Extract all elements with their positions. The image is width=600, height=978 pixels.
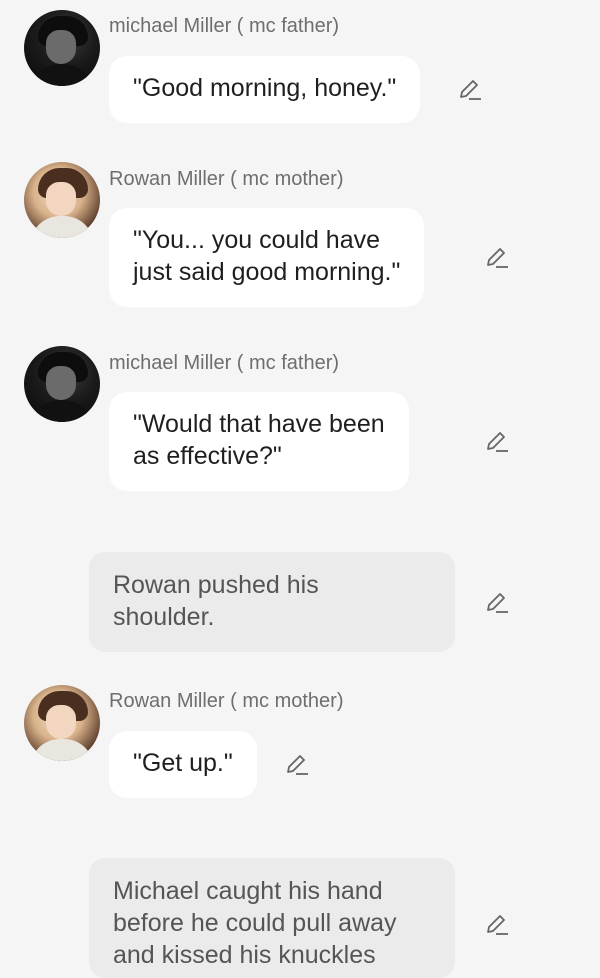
speaker-name: michael Miller ( mc father)	[109, 352, 340, 374]
dialogue-text: "Get up."	[133, 749, 233, 777]
avatar-michael[interactable]	[24, 346, 100, 422]
avatar-rowan[interactable]	[24, 685, 100, 761]
pencil-edit-icon[interactable]	[484, 429, 510, 455]
dialogue-text-line: just said good morning."	[133, 258, 401, 286]
speaker-name: Rowan Miller ( mc mother)	[109, 168, 344, 190]
dialogue-bubble: "You... you could have just said good mo…	[109, 208, 425, 307]
narration-bubble: Michael caught his hand before he could …	[89, 858, 455, 978]
narration-bubble: Rowan pushed his shoulder.	[89, 552, 455, 652]
avatar-rowan[interactable]	[24, 162, 100, 238]
avatar-michael[interactable]	[24, 10, 100, 86]
dialogue-bubble: "Get up."	[109, 731, 257, 798]
dialogue-bubble: "Would that have been as effective?"	[109, 392, 409, 491]
pencil-edit-icon[interactable]	[484, 245, 510, 271]
pencil-edit-icon[interactable]	[484, 590, 510, 616]
dialogue-text-line: "You... you could have	[133, 226, 381, 254]
dialogue-text-line: "Would that have been	[133, 410, 385, 438]
dialogue-bubble: "Good morning, honey."	[109, 56, 421, 123]
narration-text-line: Michael caught his hand	[113, 877, 383, 905]
dialogue-text: "Good morning, honey."	[133, 74, 397, 102]
speaker-name: Rowan Miller ( mc mother)	[109, 690, 344, 712]
speaker-name: michael Miller ( mc father)	[109, 15, 340, 37]
narration-text-line: before he could pull away	[113, 909, 397, 937]
dialogue-text-line: as effective?"	[133, 442, 282, 470]
narration-text-line: shoulder.	[113, 603, 215, 631]
pencil-edit-icon[interactable]	[457, 77, 483, 103]
narration-text-line: and kissed his knuckles	[113, 941, 376, 969]
narration-text-line: Rowan pushed his	[113, 571, 319, 599]
pencil-edit-icon[interactable]	[484, 912, 510, 938]
pencil-edit-icon[interactable]	[284, 752, 310, 778]
